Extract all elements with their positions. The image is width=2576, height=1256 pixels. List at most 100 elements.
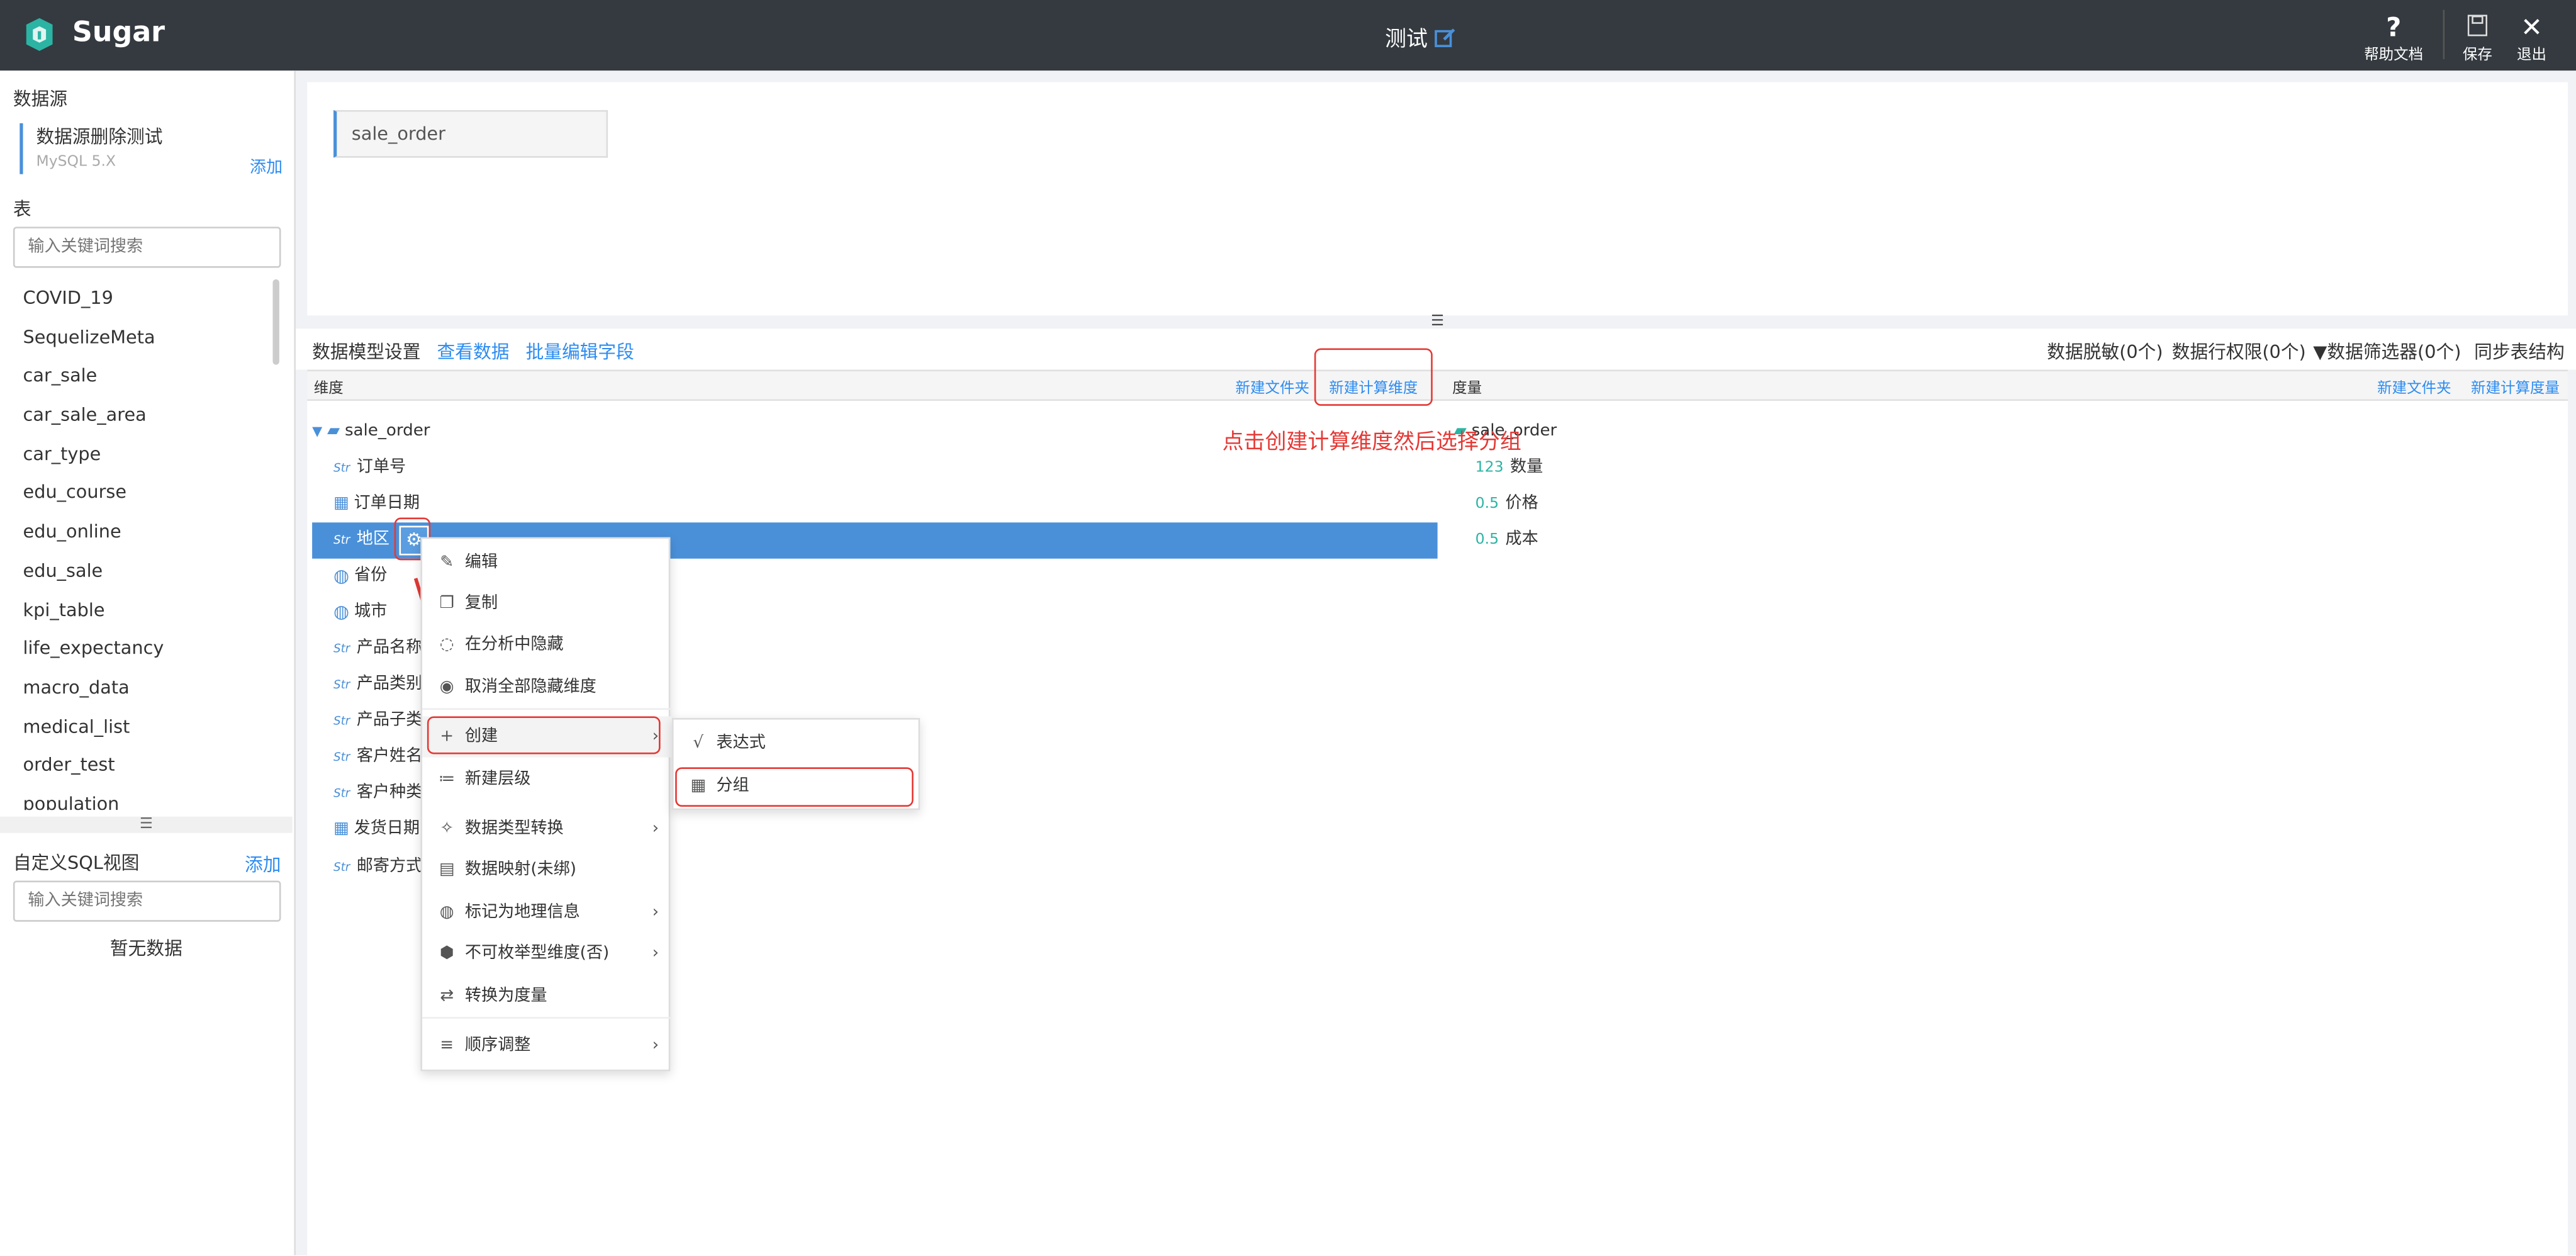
dimension-field-row[interactable]: Str 地区	[333, 522, 389, 558]
chevron-right-icon: ›	[652, 904, 659, 922]
sql-view-section-title: 自定义SQL视图	[13, 853, 140, 875]
save-button[interactable]: 保存	[2455, 13, 2500, 64]
folder-open-icon: ▰	[327, 422, 340, 440]
batch-edit-link[interactable]: 批量编辑字段	[526, 339, 634, 365]
context-menu-item[interactable]: ◌ 在分析中隐藏	[422, 624, 672, 665]
context-menu-item[interactable]: ≡ 顺序调整 ›	[422, 1025, 672, 1066]
hierarchy-icon: ≔	[439, 770, 456, 789]
numeric-type-icon: 123	[1475, 460, 1504, 477]
dimension-field-name: 地区	[356, 530, 390, 549]
sugar-logo-icon	[26, 18, 53, 51]
context-menu-item[interactable]: ⇄ 转换为度量	[422, 976, 672, 1017]
add-sql-view-link[interactable]: 添加	[245, 851, 281, 877]
table-list-item[interactable]: COVID_19	[0, 279, 293, 318]
toolbar-divider	[2443, 9, 2445, 59]
context-menu-item[interactable]: ≔ 新建层级	[422, 759, 672, 800]
table-list-item[interactable]: car_type	[0, 435, 293, 474]
sync-schema-link[interactable]: 同步表结构	[2474, 339, 2565, 365]
context-menu-item[interactable]: ✧ 数据类型转换 ›	[422, 809, 672, 849]
dimension-field-row[interactable]: Str 邮寄方式	[333, 849, 422, 885]
dimension-field-name: 邮寄方式	[356, 857, 423, 876]
sqrt-icon: √	[693, 734, 703, 753]
measure-field-row[interactable]: 123 数量	[1476, 450, 1543, 486]
context-menu-item[interactable]: ◉ 取消全部隐藏维度	[422, 667, 672, 708]
exit-button[interactable]: ✕ 退出	[2509, 13, 2555, 64]
model-settings-link[interactable]: 数据模型设置	[312, 339, 420, 365]
string-type-icon: Str	[333, 678, 350, 692]
datasource-section-title: 数据源	[13, 88, 68, 110]
dimension-field-row[interactable]: ◍ 省份	[333, 559, 387, 595]
table-list-item[interactable]: life_expectancy	[0, 630, 293, 669]
cube-icon: ⬢	[439, 945, 454, 963]
table-list-item[interactable]: car_sale_area	[0, 396, 293, 435]
table-list-item[interactable]: population	[0, 785, 293, 810]
table-list-item[interactable]: edu_online	[0, 513, 293, 552]
dimension-field-name: 省份	[354, 566, 388, 585]
dimension-folder[interactable]: ▼ ▰ sale_order	[312, 414, 430, 450]
list-icon: ≡	[440, 1036, 454, 1055]
new-measure-folder-link[interactable]: 新建文件夹	[2377, 376, 2451, 398]
table-list-item[interactable]: order_test	[0, 746, 293, 785]
report-title-area: 测试	[1385, 21, 1457, 53]
measure-field-name: 价格	[1505, 494, 1538, 513]
submenu-expression-label: 表达式	[716, 734, 766, 753]
measure-field-name: 成本	[1505, 530, 1538, 549]
context-menu-label: 在分析中隐藏	[464, 636, 564, 654]
help-docs-button[interactable]: ? 帮助文档	[2359, 13, 2428, 64]
context-menu-label: 转换为度量	[464, 987, 547, 1006]
measure-field-row[interactable]: 0.5 成本	[1476, 522, 1538, 558]
table-list-item[interactable]: edu_sale	[0, 552, 293, 591]
table-list-item[interactable]: edu_course	[0, 474, 293, 513]
context-menu-label: 取消全部隐藏维度	[464, 678, 596, 697]
data-masking-link[interactable]: 数据脱敏(0个)	[2047, 339, 2163, 365]
context-menu-item[interactable]: ⬢ 不可枚举型维度(否) ›	[422, 933, 672, 974]
table-list-item[interactable]: medical_list	[0, 707, 293, 746]
dimension-field-row[interactable]: ◍ 城市	[333, 595, 387, 631]
help-docs-label: 帮助文档	[2364, 47, 2424, 64]
swap-icon: ⇄	[440, 987, 454, 1006]
globe-icon: ◍	[333, 565, 350, 587]
row-permission-link[interactable]: 数据行权限(0个)	[2172, 339, 2306, 365]
edit-title-icon[interactable]	[1434, 25, 1457, 48]
canvas-resize-handle[interactable]: ☰	[1423, 315, 1452, 329]
wand-icon: ✧	[440, 819, 454, 838]
sql-view-search-input[interactable]	[13, 880, 281, 922]
table-list-scrollbar[interactable]	[272, 279, 279, 365]
view-data-link[interactable]: 查看数据	[437, 339, 510, 365]
table-chip[interactable]: sale_order	[333, 109, 608, 158]
new-calc-measure-link[interactable]: 新建计算度量	[2471, 376, 2560, 398]
sidebar-resize-handle[interactable]: ☰	[0, 816, 293, 833]
chevron-down-icon: ▼	[312, 423, 323, 439]
measure-field-row[interactable]: 0.5 价格	[1476, 486, 1538, 522]
context-menu-item[interactable]: ▤ 数据映射(未绑)	[422, 849, 672, 890]
new-dim-folder-link[interactable]: 新建文件夹	[1235, 376, 1309, 398]
table-list: COVID_19 SequelizeMeta car_sale car_sale_ar…	[0, 279, 293, 810]
calendar-icon: ▦	[333, 494, 349, 513]
dimension-field-row[interactable]: Str 订单号	[333, 450, 406, 486]
string-type-icon: Str	[333, 787, 350, 800]
data-filter-link[interactable]: ▼数据筛选器(0个)	[2313, 339, 2461, 365]
dimension-field-row[interactable]: ▦ 发货日期	[333, 812, 420, 848]
numeric-type-icon: 0.5	[1475, 532, 1499, 549]
datasource-type: MySQL 5.X	[36, 154, 116, 171]
book-icon: ▤	[439, 861, 455, 879]
datasource-item[interactable]: 数据源删除测试 MySQL 5.X	[20, 123, 283, 174]
context-menu-item[interactable]: ❐ 复制	[422, 583, 672, 624]
submenu-expression[interactable]: √ 表达式	[674, 723, 919, 764]
add-datasource-link[interactable]: 添加	[250, 153, 283, 177]
highlight-new-calc-dimension	[1314, 348, 1433, 406]
report-title: 测试	[1385, 28, 1428, 53]
table-list-item[interactable]: SequelizeMeta	[0, 318, 293, 357]
edit-icon: ✎	[440, 553, 454, 572]
table-list-item[interactable]: kpi_table	[0, 591, 293, 630]
globe-icon: ◍	[439, 904, 454, 922]
context-menu-item[interactable]: ◍ 标记为地理信息 ›	[422, 892, 672, 933]
sql-empty-state: 暂无数据	[109, 938, 182, 960]
table-search-input[interactable]	[13, 227, 281, 268]
table-list-item[interactable]: macro_data	[0, 668, 293, 707]
table-list-item[interactable]: car_sale	[0, 357, 293, 396]
context-menu-item[interactable]: ✎ 编辑	[422, 542, 672, 583]
app-name: Sugar	[72, 16, 165, 50]
field-column-header	[307, 369, 2568, 401]
context-menu-label: 复制	[464, 595, 498, 613]
